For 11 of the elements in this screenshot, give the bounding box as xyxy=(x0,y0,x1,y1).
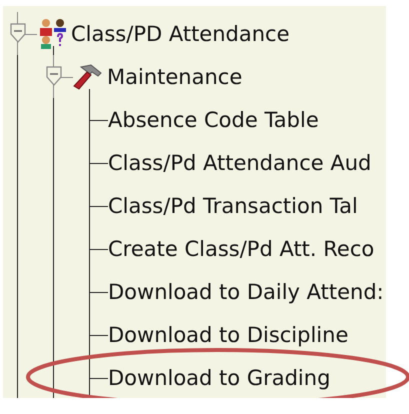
tree-item[interactable]: Class/PD Attendance xyxy=(71,22,290,46)
tree-item[interactable]: Maintenance xyxy=(107,64,242,88)
collapse-icon[interactable] xyxy=(46,66,62,86)
tree-item[interactable]: Class/Pd Transaction Tal xyxy=(108,194,358,218)
people-icon xyxy=(37,18,69,50)
tree-item[interactable]: Absence Code Table xyxy=(108,108,319,132)
tree-item[interactable]: Download to Daily Attend: xyxy=(108,280,384,304)
collapse-icon[interactable] xyxy=(10,23,26,43)
tree-item[interactable]: Create Class/Pd Att. Reco xyxy=(108,236,374,260)
tree-item[interactable]: Class/Pd Attendance Aud xyxy=(108,150,372,174)
tree-item[interactable]: Download to Discipline xyxy=(108,322,348,346)
